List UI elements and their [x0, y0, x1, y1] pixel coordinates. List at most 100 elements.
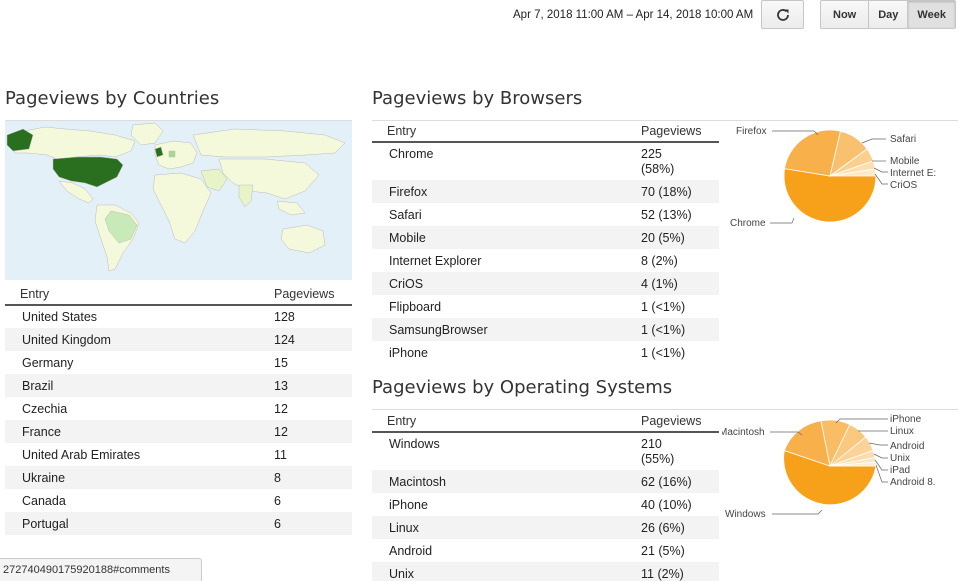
- pageviews-value: 1 (<1%): [641, 318, 719, 341]
- pageviews-value: 21 (5%): [641, 543, 685, 558]
- pageviews-value: 70 (18%): [641, 180, 719, 203]
- country-name: Ukraine: [5, 466, 274, 489]
- pie-label-android: Android: [890, 441, 924, 452]
- refresh-button[interactable]: [761, 0, 804, 29]
- countries-title: Pageviews by Countries: [5, 88, 220, 109]
- pageviews-value: 210 (55%): [641, 437, 675, 466]
- pageviews-value: 6: [274, 512, 352, 535]
- pageviews-value: 8: [274, 466, 352, 489]
- pageviews-value: 11 (2%): [641, 562, 719, 581]
- pie-label-ipad: iPad: [890, 465, 910, 476]
- os-pie-chart[interactable]: Macintosh Windows iPhone Linux Android U…: [722, 410, 958, 530]
- os-table: Entry Pageviews Windows 210 (55%) Macinto…: [372, 410, 719, 581]
- table-row: iPhone 40 (10%): [372, 493, 719, 516]
- pageviews-value: 15: [274, 355, 288, 370]
- browser-name: Flipboard: [389, 299, 442, 314]
- table-row: Ukraine 8: [5, 466, 352, 489]
- country-name: United Arab Emirates: [22, 447, 141, 462]
- browser-name: CriOS: [372, 272, 641, 295]
- pageviews-value: 40 (10%): [641, 497, 692, 512]
- country-name: United States: [22, 310, 98, 324]
- table-row: Chrome 225 (58%): [372, 142, 719, 180]
- pie-label-android8: Android 8.: [890, 477, 936, 488]
- map-india: [238, 184, 254, 208]
- country-name: Brazil: [5, 374, 274, 397]
- pageviews-value: 124: [274, 328, 352, 351]
- col-entry: Entry: [372, 120, 641, 143]
- pie-label-mobile: Mobile: [890, 156, 920, 167]
- os-name: Windows: [389, 437, 440, 451]
- pageviews-value: 225 (58%): [641, 147, 675, 176]
- time-range-selector: Now Day Week: [820, 0, 956, 29]
- table-row: CriOS 4 (1%): [372, 272, 719, 295]
- browser-name: Internet Explorer: [389, 253, 482, 268]
- toolbar: Apr 7, 2018 11:00 AM – Apr 14, 2018 10:0…: [0, 0, 958, 32]
- pageviews-value: 8 (2%): [641, 253, 678, 268]
- table-row: iPhone 1 (<1%): [372, 341, 719, 364]
- pie-label-windows: Windows: [725, 509, 766, 520]
- col-entry: Entry: [372, 410, 641, 433]
- browser-name: Mobile: [372, 226, 641, 249]
- pageviews-value: 20 (5%): [641, 226, 719, 249]
- table-row: France 12: [5, 420, 352, 443]
- map-asia: [218, 158, 320, 200]
- date-range-text: Apr 7, 2018 11:00 AM – Apr 14, 2018 10:0…: [513, 9, 754, 21]
- world-map[interactable]: [5, 121, 352, 280]
- browser-name: Chrome: [389, 147, 434, 161]
- map-mexico: [58, 180, 94, 204]
- map-russia: [192, 128, 346, 158]
- pageviews-value: 62 (16%): [641, 470, 719, 493]
- country-name: Portugal: [5, 512, 274, 535]
- pageviews-value: 52 (13%): [641, 207, 692, 222]
- range-day-button[interactable]: Day: [868, 1, 908, 28]
- table-row: Portugal 6: [5, 512, 352, 535]
- country-name: Germany: [22, 355, 74, 370]
- pageviews-value: 11: [274, 447, 287, 462]
- table-row: Flipboard 1 (<1%): [372, 295, 719, 318]
- country-name: United Kingdom: [5, 328, 274, 351]
- col-pageviews: Pageviews: [641, 410, 719, 433]
- country-name: France: [5, 420, 274, 443]
- world-map-graphic: [6, 122, 346, 272]
- map-africa: [152, 172, 212, 244]
- pie-label-firefox: Firefox: [736, 126, 767, 137]
- table-row: Safari 52 (13%): [372, 203, 719, 226]
- table-row: SamsungBrowser 1 (<1%): [372, 318, 719, 341]
- os-name: Android: [389, 543, 433, 558]
- range-week-button[interactable]: Week: [907, 1, 955, 28]
- table-row: Android 21 (5%): [372, 539, 719, 562]
- table-row: United Arab Emirates 11: [5, 443, 352, 466]
- pie-label-unix: Unix: [890, 453, 910, 464]
- pie-label-safari: Safari: [890, 134, 916, 145]
- table-row: Czechia 12: [5, 397, 352, 420]
- pageviews-value: 4 (1%): [641, 272, 719, 295]
- table-row: Brazil 13: [5, 374, 352, 397]
- browser-name: SamsungBrowser: [372, 318, 641, 341]
- table-row: United Kingdom 124: [5, 328, 352, 351]
- browsers-title: Pageviews by Browsers: [372, 88, 583, 109]
- pie-label-chrome: Chrome: [730, 218, 766, 229]
- table-row: Firefox 70 (18%): [372, 180, 719, 203]
- os-name: Linux: [372, 516, 641, 539]
- pie-label-iphone: iPhone: [890, 414, 922, 425]
- table-row: United States 128: [5, 305, 352, 328]
- pageviews-value: 12: [274, 401, 288, 416]
- browsers-table: Entry Pageviews Chrome 225 (58%) Firefox 7…: [372, 120, 719, 364]
- table-row: Linux 26 (6%): [372, 516, 719, 539]
- os-title: Pageviews by Operating Systems: [372, 377, 673, 398]
- pie-label-crios: CriOS: [890, 180, 918, 191]
- range-now-button[interactable]: Now: [821, 1, 869, 28]
- os-name: iPhone: [389, 497, 428, 512]
- refresh-icon: [776, 8, 789, 21]
- map-greenland: [130, 122, 164, 146]
- map-sea: [276, 200, 306, 216]
- pageviews-value: 1 (<1%): [641, 345, 686, 360]
- col-pageviews: Pageviews: [641, 120, 719, 143]
- browsers-pie-chart[interactable]: Firefox Chrome Safari Mobile Internet E:…: [722, 120, 958, 240]
- os-name: Macintosh: [372, 470, 641, 493]
- pageviews-value: 128: [274, 310, 295, 324]
- pageviews-value: 1 (<1%): [641, 299, 686, 314]
- table-row: Canada 6: [5, 489, 352, 512]
- country-name: Czechia: [22, 401, 68, 416]
- col-entry: Entry: [5, 283, 274, 306]
